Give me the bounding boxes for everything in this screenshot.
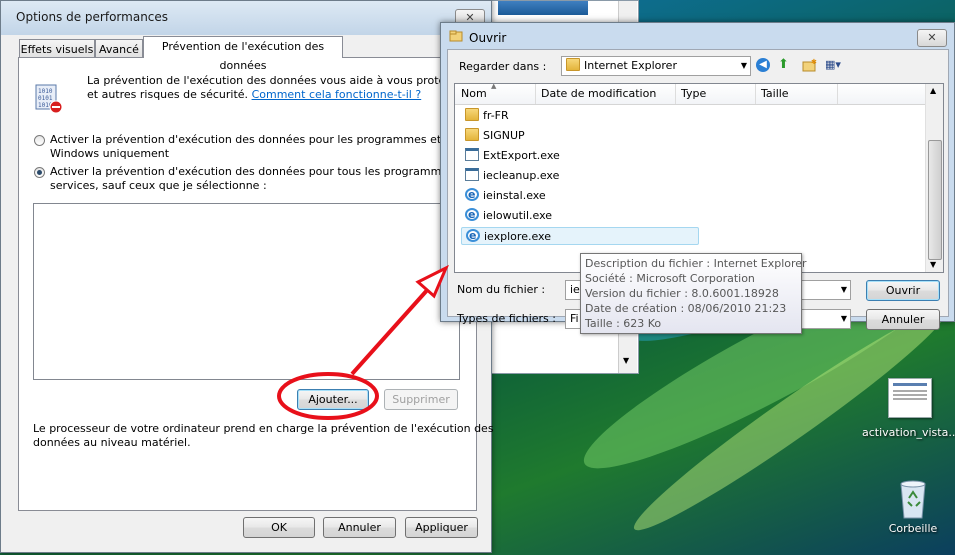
highlight-ellipse — [277, 372, 379, 420]
desktop-icon-activation[interactable]: activation_vista... — [862, 378, 955, 439]
recycle-bin-icon — [898, 478, 928, 520]
desktop-icon-label: activation_vista... — [862, 426, 955, 439]
desktop-icon-label: Corbeille — [888, 522, 938, 535]
document-icon — [887, 378, 932, 418]
annotation-arrow-head — [415, 264, 449, 299]
tab-prevention-execution[interactable]: Prévention de l'exécution des données — [143, 36, 343, 72]
desktop-icon-recycle-bin[interactable]: Corbeille — [878, 478, 948, 535]
annotation-overlay — [277, 264, 449, 420]
annotation-arrow-shaft — [350, 276, 440, 376]
